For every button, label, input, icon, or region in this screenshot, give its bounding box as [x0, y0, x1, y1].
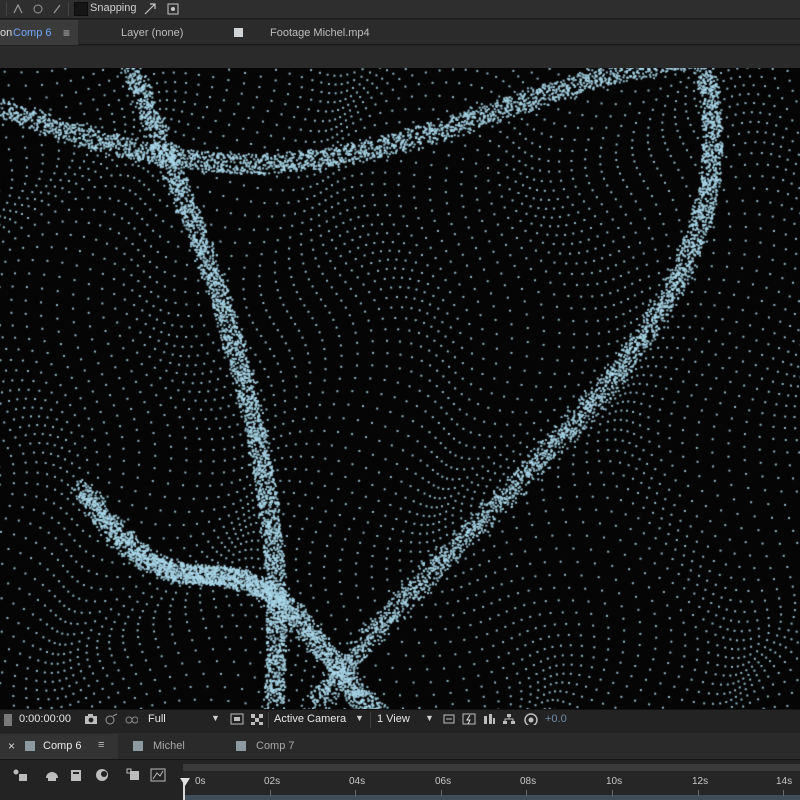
viewer-pasteboard [0, 46, 800, 68]
ruler-label: 06s [435, 776, 452, 787]
motion-blur-icon[interactable] [126, 768, 142, 782]
snapping-checkbox[interactable] [74, 2, 88, 16]
ruler-tick [698, 790, 699, 796]
tab-menu-icon[interactable]: ≡ [98, 739, 104, 751]
timeline-icon[interactable] [482, 713, 496, 725]
magnification-icon[interactable] [2, 713, 14, 727]
timeline-tab-bar [0, 733, 800, 760]
timeline-tab-michel[interactable]: Michel [153, 740, 185, 752]
chevron-down-icon[interactable]: ▼ [425, 713, 434, 723]
snap-features-icon[interactable] [166, 2, 180, 16]
comp-flowchart-icon[interactable] [502, 713, 516, 725]
snap-edges-icon[interactable] [143, 2, 157, 16]
ruler-tick [441, 790, 442, 796]
hide-shy-layers-icon[interactable] [68, 768, 84, 782]
toggle-pixel-aspect-icon[interactable] [442, 713, 456, 725]
tab-composition-prefix: on [0, 27, 13, 39]
tab-layer[interactable]: Layer (none) [121, 27, 183, 39]
footage-swatch-icon [234, 28, 243, 37]
ruler-tick [612, 790, 613, 796]
camera-snapshot-icon[interactable] [84, 713, 98, 725]
transparency-grid-icon[interactable] [250, 713, 264, 725]
ruler-label: 14s [776, 776, 793, 787]
ruler-tick [355, 790, 356, 796]
chevron-down-icon[interactable]: ▼ [211, 713, 220, 723]
tab-composition-label[interactable]: Comp 6 [13, 27, 52, 39]
ruler-tick [270, 790, 271, 796]
comp-swatch-icon [236, 741, 246, 751]
ruler-label: 02s [264, 776, 281, 787]
comp-swatch-icon [133, 741, 143, 751]
current-time-display[interactable]: 0:00:00:00 [19, 713, 71, 725]
tab-footage[interactable]: Footage Michel.mp4 [270, 27, 370, 39]
snapping-label: Snapping [90, 2, 137, 14]
particle-render [0, 68, 800, 709]
timeline-tab-comp-7[interactable]: Comp 7 [256, 740, 295, 752]
resolution-dropdown[interactable]: Full [148, 713, 166, 725]
ruler-label: 12s [692, 776, 709, 787]
timeline-tab-comp-6-label[interactable]: Comp 6 [43, 740, 82, 752]
active-camera-dropdown[interactable]: Active Camera [274, 713, 346, 725]
ruler-label: 04s [349, 776, 366, 787]
ruler-label: 10s [606, 776, 623, 787]
controls-divider [370, 712, 371, 728]
ruler-tick [526, 790, 527, 796]
graph-editor-icon[interactable] [150, 768, 166, 782]
viewer-tab-bar [0, 20, 800, 45]
controls-divider [268, 712, 269, 728]
view-layout-dropdown[interactable]: 1 View [377, 713, 410, 725]
close-icon[interactable]: × [8, 739, 15, 753]
composition-viewer[interactable] [0, 68, 800, 709]
ruler-label: 08s [520, 776, 537, 787]
work-area-bar[interactable] [183, 795, 800, 800]
frame-blending-icon[interactable] [94, 768, 110, 782]
ruler-label: 0s [195, 776, 206, 787]
draft-3d-icon[interactable] [44, 768, 60, 782]
reset-exposure-icon[interactable] [524, 713, 538, 725]
ruler-tick [783, 790, 784, 796]
exposure-value[interactable]: +0.0 [545, 713, 567, 725]
show-snapshot-icon[interactable] [104, 713, 118, 725]
comp-swatch-icon [25, 741, 35, 751]
region-of-interest-icon[interactable] [230, 713, 244, 725]
chevron-down-icon[interactable]: ▼ [355, 713, 364, 723]
toolbar-divider [68, 2, 69, 16]
toolbar-tools-icon[interactable] [8, 1, 64, 17]
fast-previews-icon[interactable] [462, 713, 476, 725]
comp-mini-flowchart-icon[interactable] [12, 768, 28, 782]
channel-icon[interactable] [124, 713, 138, 725]
playhead-handle-icon[interactable] [180, 778, 190, 786]
tab-menu-icon[interactable]: ≡ [63, 26, 70, 40]
toolbar-divider [6, 2, 7, 16]
time-navigator[interactable] [183, 764, 800, 771]
